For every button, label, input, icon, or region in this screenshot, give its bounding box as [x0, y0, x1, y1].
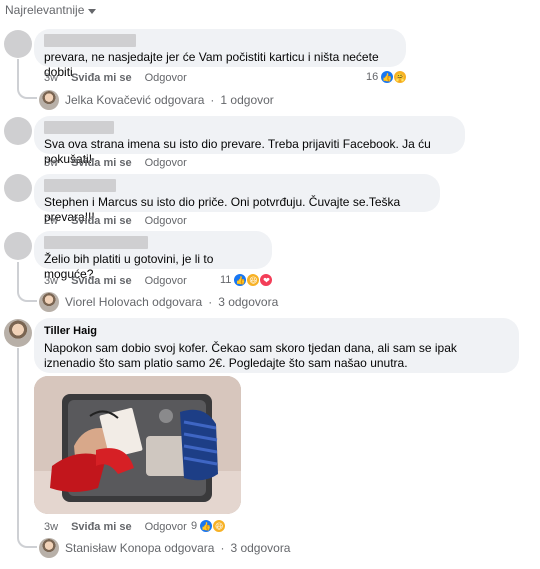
- avatar[interactable]: [4, 117, 32, 145]
- haha-reaction-icon: 😆: [246, 273, 261, 287]
- reaction-summary[interactable]: 11 👍 😆 ❤: [220, 273, 274, 287]
- like-button[interactable]: Sviđa mi se: [71, 215, 132, 227]
- avatar[interactable]: [4, 30, 32, 58]
- comment-actions: 3w Sviđa mi se Odgovor: [44, 157, 187, 169]
- comment-bubble: prevara, ne nasjedajte jer će Vam počist…: [34, 29, 406, 79]
- reply-avatar: [39, 90, 59, 110]
- reply-sep: ·: [210, 93, 215, 107]
- redacted-author: [44, 179, 116, 192]
- comment-bubble: Tiller Haig Napokon sam dobio svoj kofer…: [34, 318, 519, 373]
- like-button[interactable]: Sviđa mi se: [71, 275, 132, 287]
- haha-reaction-icon: 😆: [212, 519, 227, 533]
- reaction-count: 16: [366, 71, 379, 83]
- avatar[interactable]: [4, 174, 32, 202]
- reply-button[interactable]: Odgovor: [145, 72, 187, 84]
- comment-actions: 2w Sviđa mi se Odgovor: [44, 215, 187, 227]
- comment-actions: 3w Sviđa mi se Odgovor: [44, 275, 187, 287]
- reply-count: 3 odgovora: [230, 541, 291, 555]
- comment-time[interactable]: 2w: [44, 215, 58, 227]
- reaction-summary[interactable]: 9 👍 😆: [191, 519, 227, 533]
- reaction-summary[interactable]: 16 👍 🤗: [366, 70, 408, 84]
- reply-button[interactable]: Odgovor: [145, 215, 187, 227]
- comment-photo[interactable]: [34, 376, 241, 514]
- reply-button[interactable]: Odgovor: [145, 275, 187, 287]
- comment-time[interactable]: 3w: [44, 157, 58, 169]
- view-replies[interactable]: Stanisław Konopa odgovara · 3 odgovora: [39, 538, 290, 558]
- like-button[interactable]: Sviđa mi se: [71, 521, 132, 533]
- avatar[interactable]: [4, 319, 32, 347]
- love-reaction-icon: ❤: [259, 273, 274, 287]
- like-button[interactable]: Sviđa mi se: [71, 157, 132, 169]
- reply-sep: ·: [220, 541, 225, 555]
- reply-author: Viorel Holovach odgovara: [65, 295, 203, 309]
- reply-author: Stanisław Konopa odgovara: [65, 541, 215, 555]
- view-replies[interactable]: Viorel Holovach odgovara · 3 odgovora: [39, 292, 278, 312]
- redacted-author: [44, 236, 148, 249]
- suitcase-photo: [34, 376, 241, 514]
- reply-button[interactable]: Odgovor: [145, 521, 187, 533]
- reaction-count: 11: [220, 274, 232, 286]
- comment-time[interactable]: 3w: [44, 72, 58, 84]
- comment-bubble: Želio bih platiti u gotovini, je li to m…: [34, 231, 272, 281]
- reply-count: 1 odgovor: [220, 93, 274, 107]
- comment-actions: 3w Sviđa mi se Odgovor: [44, 72, 187, 84]
- reply-button[interactable]: Odgovor: [145, 157, 187, 169]
- reply-avatar: [39, 292, 59, 312]
- comment-text: Napokon sam dobio svoj kofer. Čekao sam …: [44, 341, 457, 370]
- redacted-author: [44, 121, 114, 134]
- reply-count: 3 odgovora: [218, 295, 279, 309]
- chevron-down-icon: [88, 8, 97, 14]
- like-reaction-icon: 👍: [233, 273, 248, 287]
- comment-actions: 3w Sviđa mi se Odgovor: [44, 521, 187, 533]
- comment-bubble: Sva ova strana imena su isto dio prevare…: [34, 116, 465, 166]
- comment-time[interactable]: 3w: [44, 521, 58, 533]
- comment-author[interactable]: Tiller Haig: [44, 324, 509, 339]
- avatar[interactable]: [4, 232, 32, 260]
- reply-connector: [17, 348, 37, 548]
- sort-dropdown[interactable]: Najrelevantnije: [5, 3, 97, 17]
- comment-time[interactable]: 3w: [44, 275, 58, 287]
- like-reaction-icon: 👍: [199, 519, 214, 533]
- care-reaction-icon: 🤗: [393, 70, 408, 84]
- reply-connector: [17, 262, 37, 302]
- view-replies[interactable]: Jelka Kovačević odgovara · 1 odgovor: [39, 90, 274, 110]
- sort-label: Najrelevantnije: [5, 3, 85, 17]
- reply-avatar: [39, 538, 59, 558]
- reply-connector: [17, 59, 37, 99]
- reply-author: Jelka Kovačević odgovara: [65, 93, 205, 107]
- like-reaction-icon: 👍: [380, 70, 395, 84]
- reply-sep: ·: [208, 295, 213, 309]
- redacted-author: [44, 34, 136, 47]
- comment-bubble: Stephen i Marcus su isto dio priče. Oni …: [34, 174, 440, 224]
- like-button[interactable]: Sviđa mi se: [71, 72, 132, 84]
- reaction-count: 9: [191, 520, 198, 532]
